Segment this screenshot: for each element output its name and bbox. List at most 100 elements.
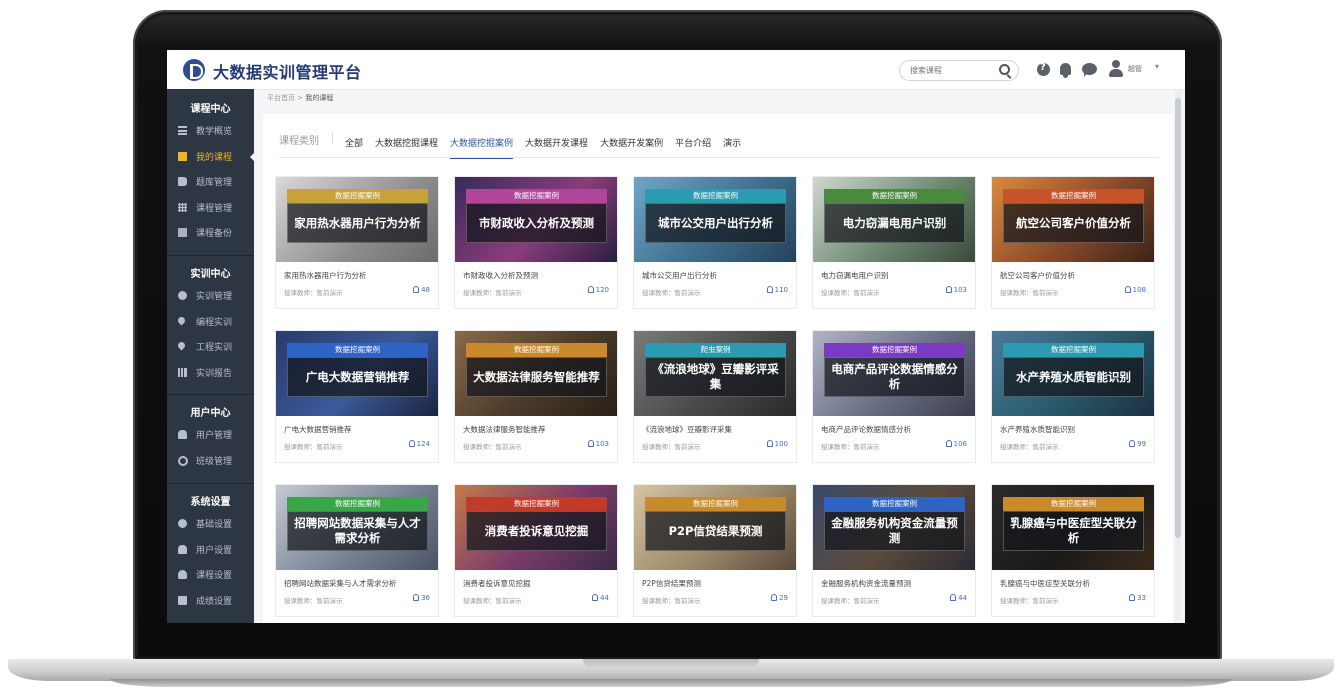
course-cover-image[interactable]: 爬虫案例 《流浪地球》豆瓣影评采集 xyxy=(634,331,796,416)
course-student-count: 110 xyxy=(766,286,788,294)
category-tab[interactable]: 大数据挖掘课程 xyxy=(375,136,438,157)
sidebar-item[interactable]: 工程实训 xyxy=(167,336,254,358)
course-card[interactable]: 数据挖掘案例 消费者投诉意见挖掘 消费者投诉意见挖掘 授课教师：售前演示 44 xyxy=(454,484,618,617)
course-cover-image[interactable]: 数据挖掘案例 招聘网站数据采集与人才需求分析 xyxy=(276,485,438,570)
course-cover-image[interactable]: 数据挖掘案例 广电大数据营销推荐 xyxy=(276,331,438,416)
sidebar-group-title[interactable]: 用户中心 xyxy=(167,404,254,419)
course-student-count: 99 xyxy=(1129,440,1146,448)
sidebar-item[interactable]: 用户设置 xyxy=(167,539,254,561)
course-cover-image[interactable]: 数据挖掘案例 航空公司客户价值分析 xyxy=(992,177,1154,262)
course-tag: 数据挖掘案例 xyxy=(287,189,428,203)
search-box[interactable] xyxy=(899,60,1019,81)
category-tab[interactable]: 平台介绍 xyxy=(675,136,711,157)
course-card[interactable]: 数据挖掘案例 大数据法律服务智能推荐 大数据法律服务智能推荐 授课教师：售前演示… xyxy=(454,330,618,463)
course-title[interactable]: 《流浪地球》豆瓣影评采集 xyxy=(642,424,732,435)
course-cover-image[interactable]: 数据挖掘案例 家用热水器用户行为分析 xyxy=(276,177,438,262)
course-card[interactable]: 数据挖掘案例 水产养殖水质智能识别 水产养殖水质智能识别 授课教师：售前演示 9… xyxy=(991,330,1155,463)
chat-icon[interactable] xyxy=(1082,63,1097,77)
course-cover-image[interactable]: 数据挖掘案例 大数据法律服务智能推荐 xyxy=(455,331,617,416)
sidebar-item[interactable]: 实训管理 xyxy=(167,285,254,307)
course-banner: 消费者投诉意见挖掘 xyxy=(466,511,607,551)
category-tab[interactable]: 大数据开发案例 xyxy=(600,136,663,157)
search-input[interactable] xyxy=(910,63,990,77)
user-avatar-icon[interactable] xyxy=(1109,60,1123,78)
sidebar-item[interactable]: 教学概览 xyxy=(167,120,254,142)
course-cover-image[interactable]: 数据挖掘案例 金融服务机构资金流量预测 xyxy=(813,485,975,570)
course-card[interactable]: 数据挖掘案例 广电大数据营销推荐 广电大数据营销推荐 授课教师：售前演示 124 xyxy=(275,330,439,463)
course-cover-image[interactable]: 数据挖掘案例 电商产品评论数据情感分析 xyxy=(813,331,975,416)
course-card[interactable]: 数据挖掘案例 城市公交用户出行分析 城市公交用户出行分析 授课教师：售前演示 1… xyxy=(633,176,797,309)
sidebar-item[interactable]: 题库管理 xyxy=(167,171,254,193)
sidebar-item[interactable]: 课程备份 xyxy=(167,222,254,244)
sidebar-item[interactable]: 编程实训 xyxy=(167,311,254,333)
user-name[interactable]: 超管 xyxy=(1128,64,1142,74)
course-title[interactable]: 市财政收入分析及预测 xyxy=(463,270,538,281)
course-title[interactable]: 电商产品评论数据情感分析 xyxy=(821,424,911,435)
course-banner-text: 电商产品评论数据情感分析 xyxy=(831,362,958,391)
course-card[interactable]: 数据挖掘案例 电力窃漏电用户识别 电力窃漏电用户识别 授课教师：售前演示 103 xyxy=(812,176,976,309)
course-banner: 乳腺癌与中医症型关联分析 xyxy=(1003,511,1144,551)
course-card[interactable]: 数据挖掘案例 招聘网站数据采集与人才需求分析 招聘网站数据采集与人才需求分析 授… xyxy=(275,484,439,617)
course-cover-image[interactable]: 数据挖掘案例 市财政收入分析及预测 xyxy=(455,177,617,262)
category-tab[interactable]: 大数据挖掘案例 xyxy=(450,136,514,159)
app-title[interactable]: 大数据实训管理平台 xyxy=(213,59,362,83)
search-icon[interactable] xyxy=(999,64,1010,75)
course-card[interactable]: 数据挖掘案例 P2P信贷结果预测 P2P信贷结果预测 授课教师：售前演示 29 xyxy=(633,484,797,617)
category-tab[interactable]: 大数据开发课程 xyxy=(525,136,588,157)
sidebar-item[interactable]: 课程设置 xyxy=(167,564,254,586)
category-tab[interactable]: 全部 xyxy=(345,136,363,157)
sidebar-item[interactable]: 课程管理 xyxy=(167,197,254,219)
course-cover-image[interactable]: 数据挖掘案例 乳腺癌与中医症型关联分析 xyxy=(992,485,1154,570)
sidebar-item[interactable]: 班级管理 xyxy=(167,450,254,472)
course-cover-image[interactable]: 数据挖掘案例 电力窃漏电用户识别 xyxy=(813,177,975,262)
course-title[interactable]: 家用热水器用户行为分析 xyxy=(284,270,367,281)
course-tag: 数据挖掘案例 xyxy=(824,189,965,203)
scrollbar[interactable] xyxy=(1175,90,1181,620)
course-card[interactable]: 数据挖掘案例 家用热水器用户行为分析 家用热水器用户行为分析 授课教师：售前演示… xyxy=(275,176,439,309)
course-card[interactable]: 爬虫案例 《流浪地球》豆瓣影评采集 《流浪地球》豆瓣影评采集 授课教师：售前演示… xyxy=(633,330,797,463)
sidebar: 课程中心教学概览我的课程题库管理课程管理课程备份实训中心实训管理编程实训工程实训… xyxy=(167,89,255,623)
category-tab[interactable]: 演示 xyxy=(723,136,741,157)
course-cover-image[interactable]: 数据挖掘案例 P2P信贷结果预测 xyxy=(634,485,796,570)
course-tag: 数据挖掘案例 xyxy=(1003,497,1144,511)
course-cover-image[interactable]: 数据挖掘案例 城市公交用户出行分析 xyxy=(634,177,796,262)
course-card[interactable]: 数据挖掘案例 航空公司客户价值分析 航空公司客户价值分析 授课教师：售前演示 1… xyxy=(991,176,1155,309)
bell-icon[interactable] xyxy=(1060,63,1071,78)
course-title[interactable]: 城市公交用户出行分析 xyxy=(642,270,717,281)
course-tag: 爬虫案例 xyxy=(645,343,786,357)
help-icon[interactable] xyxy=(1037,62,1050,76)
course-card[interactable]: 数据挖掘案例 电商产品评论数据情感分析 电商产品评论数据情感分析 授课教师：售前… xyxy=(812,330,976,463)
course-title[interactable]: 广电大数据营销推荐 xyxy=(284,424,352,435)
sidebar-group-title[interactable]: 实训中心 xyxy=(167,265,254,280)
course-title[interactable]: 电力窃漏电用户识别 xyxy=(821,270,889,281)
sidebar-item[interactable]: 用户管理 xyxy=(167,424,254,446)
course-title[interactable]: 航空公司客户价值分析 xyxy=(1000,270,1075,281)
sidebar-group-title[interactable]: 课程中心 xyxy=(167,100,254,115)
course-cover-image[interactable]: 数据挖掘案例 水产养殖水质智能识别 xyxy=(992,331,1154,416)
sidebar-item-label: 用户管理 xyxy=(196,431,233,441)
course-card[interactable]: 数据挖掘案例 市财政收入分析及预测 市财政收入分析及预测 授课教师：售前演示 1… xyxy=(454,176,618,309)
course-title[interactable]: P2P信贷结果预测 xyxy=(642,578,701,589)
course-card[interactable]: 数据挖掘案例 乳腺癌与中医症型关联分析 乳腺癌与中医症型关联分析 授课教师：售前… xyxy=(991,484,1155,617)
sidebar-item[interactable]: 基础设置 xyxy=(167,513,254,535)
course-title[interactable]: 消费者投诉意见挖掘 xyxy=(463,578,531,589)
sidebar-item[interactable]: 成绩设置 xyxy=(167,590,254,612)
sidebar-item[interactable]: 我的课程 xyxy=(167,146,255,168)
breadcrumb-home[interactable]: 平台首页 xyxy=(267,94,295,102)
course-title[interactable]: 水产养殖水质智能识别 xyxy=(1000,424,1075,435)
course-cover-image[interactable]: 数据挖掘案例 消费者投诉意见挖掘 xyxy=(455,485,617,570)
course-tag: 数据挖掘案例 xyxy=(824,497,965,511)
course-title[interactable]: 金融服务机构资金流量预测 xyxy=(821,578,911,589)
course-banner-text: P2P信贷结果预测 xyxy=(668,523,763,538)
course-card[interactable]: 数据挖掘案例 金融服务机构资金流量预测 金融服务机构资金流量预测 授课教师：售前… xyxy=(812,484,976,617)
course-title[interactable]: 乳腺癌与中医症型关联分析 xyxy=(1000,578,1090,589)
scrollbar-thumb[interactable] xyxy=(1175,98,1181,538)
sidebar-item[interactable]: 实训报告 xyxy=(167,362,254,384)
sidebar-group-title[interactable]: 系统设置 xyxy=(167,493,254,508)
logo-icon[interactable] xyxy=(183,59,205,81)
course-title[interactable]: 大数据法律服务智能推荐 xyxy=(463,424,546,435)
course-title[interactable]: 招聘网站数据采集与人才需求分析 xyxy=(284,578,397,589)
course-banner-text: 《流浪地球》豆瓣影评采集 xyxy=(652,362,779,391)
chevron-down-icon[interactable]: ▾ xyxy=(1155,62,1159,71)
person-icon xyxy=(1124,286,1131,293)
